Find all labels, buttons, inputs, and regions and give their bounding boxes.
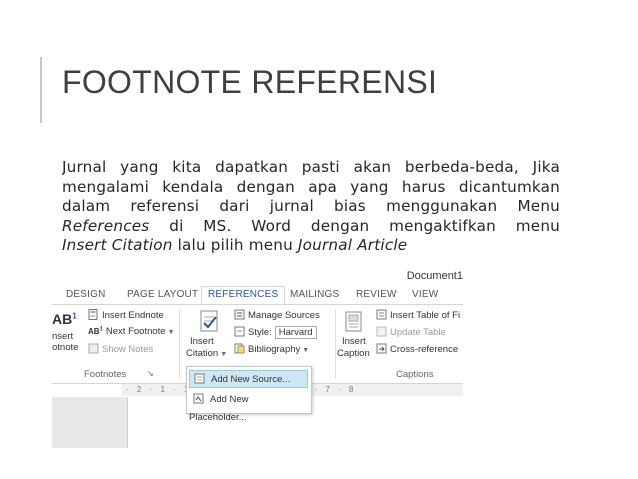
tab-mailings[interactable]: MAILINGS (290, 289, 339, 300)
table-of-figures-icon (376, 309, 387, 320)
chevron-down-icon: ▼ (167, 329, 175, 336)
slide-title: FOOTNOTE REFERENSI (62, 64, 438, 100)
insert-citation-label-1[interactable]: Insert (190, 336, 214, 347)
update-table-button[interactable]: Update Table (376, 326, 446, 338)
insert-endnote-button[interactable]: Insert Endnote (88, 309, 164, 321)
next-footnote-icon: AB1 (88, 326, 103, 336)
chevron-down-icon: ▼ (220, 351, 228, 358)
body-text-fragment: di MS. Word dengan mengaktifkan menu (149, 216, 560, 235)
style-value[interactable]: Harvard (274, 326, 317, 339)
body-text-fragment: lalu pilih menu (172, 236, 298, 254)
insert-citation-label-2: Citation (186, 348, 219, 359)
tab-view[interactable]: VIEW (412, 289, 438, 300)
bibliography-label: Bibliography (248, 344, 301, 355)
manage-sources-button[interactable]: Manage Sources (234, 309, 320, 321)
insert-footnote-icon[interactable]: AB1 (52, 311, 77, 327)
menu-item-add-new-source[interactable]: Add New Source... (189, 370, 308, 388)
body-line: mengalami kendala dengan apa yang harus … (62, 177, 560, 196)
add-source-icon (194, 373, 205, 384)
title-accent-bar (40, 57, 42, 123)
insert-caption-label-2[interactable]: Caption (337, 348, 370, 359)
update-table-label: Update Table (390, 327, 446, 338)
references-term: References (62, 216, 150, 235)
journal-article-term: Journal Article (297, 236, 408, 254)
style-icon (234, 326, 245, 337)
style-select[interactable]: Style: Harvard (234, 326, 317, 339)
insert-citation-dropdown: Add New Source... Add New Placeholder... (186, 366, 312, 423)
insert-endnote-label: Insert Endnote (102, 310, 164, 321)
add-new-source-label: Add New Source... (211, 374, 291, 385)
insert-footnote-label-1[interactable]: nsert (52, 331, 73, 342)
slide-body: Jurnal yang kita dapatkan pasti akan ber… (62, 158, 560, 256)
body-line: Insert Citation lalu pilih menu Journal … (62, 236, 560, 256)
bibliography-button[interactable]: Bibliography ▼ (234, 343, 309, 355)
insert-citation-term: Insert Citation (62, 236, 173, 254)
cross-reference-label: Cross-reference (390, 344, 459, 355)
next-footnote-button[interactable]: AB1 Next Footnote ▼ (88, 326, 175, 337)
tab-page-layout[interactable]: PAGE LAYOUT (127, 289, 198, 300)
style-label: Style: (248, 327, 272, 338)
footnotes-group-label: Footnotes (84, 369, 127, 380)
citation-book-icon (200, 310, 218, 332)
insert-citation-button[interactable]: Citation ▼ (186, 348, 227, 359)
update-table-icon (376, 326, 387, 337)
next-footnote-label: Next Footnote (105, 326, 166, 337)
insert-table-of-figures-label: Insert Table of Fi (390, 310, 461, 321)
cross-reference-button[interactable]: Cross-reference (376, 343, 458, 355)
insert-citation-icon[interactable] (196, 309, 222, 336)
menu-item-add-new-placeholder[interactable]: Add New Placeholder... (189, 391, 308, 423)
show-notes-label: Show Notes (102, 344, 154, 355)
cross-reference-icon (376, 343, 387, 354)
body-line: Jurnal yang kita dapatkan pasti akan ber… (62, 158, 560, 176)
manage-sources-label: Manage Sources (248, 310, 320, 321)
show-notes-button[interactable]: Show Notes (88, 343, 153, 355)
insert-endnote-icon (88, 309, 98, 320)
chevron-down-icon: ▼ (302, 347, 310, 354)
document-title: Document1 (406, 270, 463, 282)
manage-sources-icon (234, 309, 245, 320)
insert-table-of-figures-button[interactable]: Insert Table of Fi (376, 309, 460, 321)
tab-references[interactable]: REFERENCES (201, 286, 286, 304)
body-line: References di MS. Word dengan mengaktifk… (62, 217, 560, 237)
add-placeholder-icon (193, 393, 204, 404)
insert-caption-icon[interactable] (344, 311, 364, 336)
captions-group-label: Captions (396, 369, 434, 380)
bibliography-icon (234, 343, 245, 354)
insert-caption-label-1[interactable]: Insert (342, 336, 366, 347)
ribbon-tabs: DESIGN PAGE LAYOUT REFERENCES MAILINGS R… (52, 286, 463, 305)
insert-footnote-label-2[interactable]: otnote (52, 342, 78, 353)
show-notes-icon (88, 343, 99, 354)
caption-page-icon (345, 311, 362, 332)
group-separator (335, 309, 336, 379)
tab-design[interactable]: DESIGN (66, 289, 106, 300)
body-line: dalam referensi dari jurnal bias menggun… (62, 197, 560, 215)
group-separator (179, 309, 180, 379)
dialog-launcher-icon[interactable]: ↘ (147, 369, 154, 378)
word-ribbon-screenshot: Document1 DESIGN PAGE LAYOUT REFERENCES … (52, 268, 463, 448)
tab-review[interactable]: REVIEW (356, 289, 397, 300)
